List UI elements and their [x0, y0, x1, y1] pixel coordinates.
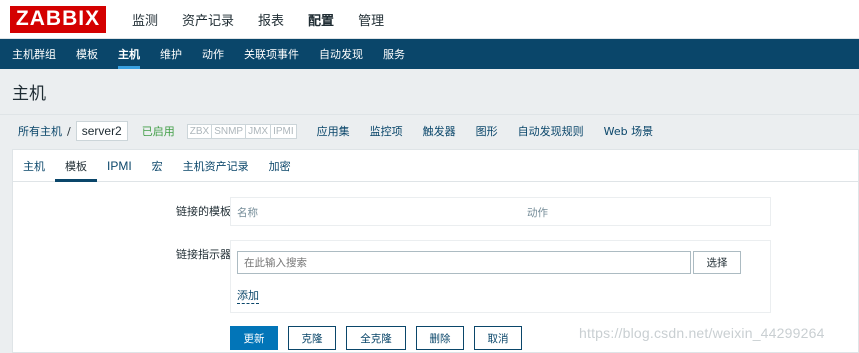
breadcrumb-separator: / [67, 124, 71, 138]
submenu-actions[interactable]: 动作 [192, 39, 234, 69]
tab-macros[interactable]: 宏 [142, 150, 173, 181]
linked-templates-table: 名称 动作 [230, 197, 771, 226]
form-actions: 更新 克隆 全克隆 删除 取消 [230, 326, 532, 350]
link-items[interactable]: 监控项 [370, 123, 403, 139]
delete-button[interactable]: 删除 [416, 326, 464, 350]
tab-host[interactable]: 主机 [13, 150, 55, 181]
submenu-host-groups[interactable]: 主机群组 [2, 39, 66, 69]
select-button[interactable]: 选择 [693, 251, 741, 274]
link-web-scenarios[interactable]: Web 场景 [604, 123, 653, 139]
column-header-action: 动作 [527, 207, 548, 219]
badge-snmp: SNMP [212, 124, 247, 138]
form-tabs: 主机 模板 IPMI 宏 主机资产记录 加密 [13, 150, 858, 182]
badge-ipmi: IPMI [273, 125, 294, 137]
top-navigation: ZABBIX 监测 资产记录 报表 配置 管理 [0, 0, 859, 39]
tab-inventory[interactable]: 主机资产记录 [173, 150, 259, 181]
cancel-button[interactable]: 取消 [474, 326, 522, 350]
add-template-link[interactable]: 添加 [237, 287, 259, 304]
submenu-services[interactable]: 服务 [373, 39, 415, 69]
column-header-name: 名称 [237, 207, 258, 219]
menu-monitoring[interactable]: 监测 [120, 0, 170, 38]
availability-badges: ZBX SNMP JMX IPMI [186, 123, 297, 139]
host-form: 主机 模板 IPMI 宏 主机资产记录 加密 链接的模板 名称 动作 链接指示器… [12, 149, 859, 353]
breadcrumb: 所有主机 / server2 已启用 ZBX SNMP JMX IPMI 应用集… [0, 114, 859, 147]
submenu-maintenance[interactable]: 维护 [150, 39, 192, 69]
menu-configuration[interactable]: 配置 [296, 0, 346, 38]
link-discovery-rules[interactable]: 自动发现规则 [518, 123, 584, 139]
badge-zbx: ZBX [188, 124, 213, 138]
sub-menu: 主机群组 模板 主机 维护 动作 关联项事件 自动发现 服务 [0, 39, 859, 69]
link-indicators-box: 选择 添加 [230, 240, 771, 313]
submenu-templates[interactable]: 模板 [66, 39, 108, 69]
update-button[interactable]: 更新 [230, 326, 278, 350]
link-triggers[interactable]: 触发器 [423, 123, 456, 139]
full-clone-button[interactable]: 全克隆 [346, 326, 406, 350]
page-title: 主机 [12, 84, 46, 104]
link-graphs[interactable]: 图形 [476, 123, 498, 139]
linked-templates-label: 链接的模板 [176, 205, 231, 218]
tab-ipmi[interactable]: IPMI [97, 150, 142, 181]
zabbix-logo[interactable]: ZABBIX [10, 5, 106, 33]
host-sections-nav: 应用集 监控项 触发器 图形 自动发现规则 Web 场景 [317, 123, 673, 139]
menu-administration[interactable]: 管理 [346, 0, 396, 38]
breadcrumb-current-host: server2 [75, 121, 128, 141]
link-applications[interactable]: 应用集 [317, 123, 350, 139]
tab-templates[interactable]: 模板 [55, 150, 97, 182]
host-status-enabled[interactable]: 已启用 [142, 123, 175, 139]
menu-inventory[interactable]: 资产记录 [170, 0, 246, 38]
clone-button[interactable]: 克隆 [288, 326, 336, 350]
badge-jmx: JMX [246, 124, 272, 138]
submenu-event-correlation[interactable]: 关联项事件 [234, 39, 309, 69]
submenu-discovery[interactable]: 自动发现 [309, 39, 373, 69]
template-search-input[interactable] [237, 251, 691, 274]
submenu-hosts[interactable]: 主机 [108, 39, 150, 69]
main-menu: 监测 资产记录 报表 配置 管理 [120, 0, 396, 38]
link-indicators-label: 链接指示器 [176, 248, 231, 261]
breadcrumb-all-hosts[interactable]: 所有主机 [18, 123, 62, 139]
menu-reports[interactable]: 报表 [246, 0, 296, 38]
watermark: https://blog.csdn.net/weixin_44299264 [579, 325, 825, 341]
page-header: 主机 [0, 69, 859, 114]
tab-encryption[interactable]: 加密 [259, 150, 301, 181]
